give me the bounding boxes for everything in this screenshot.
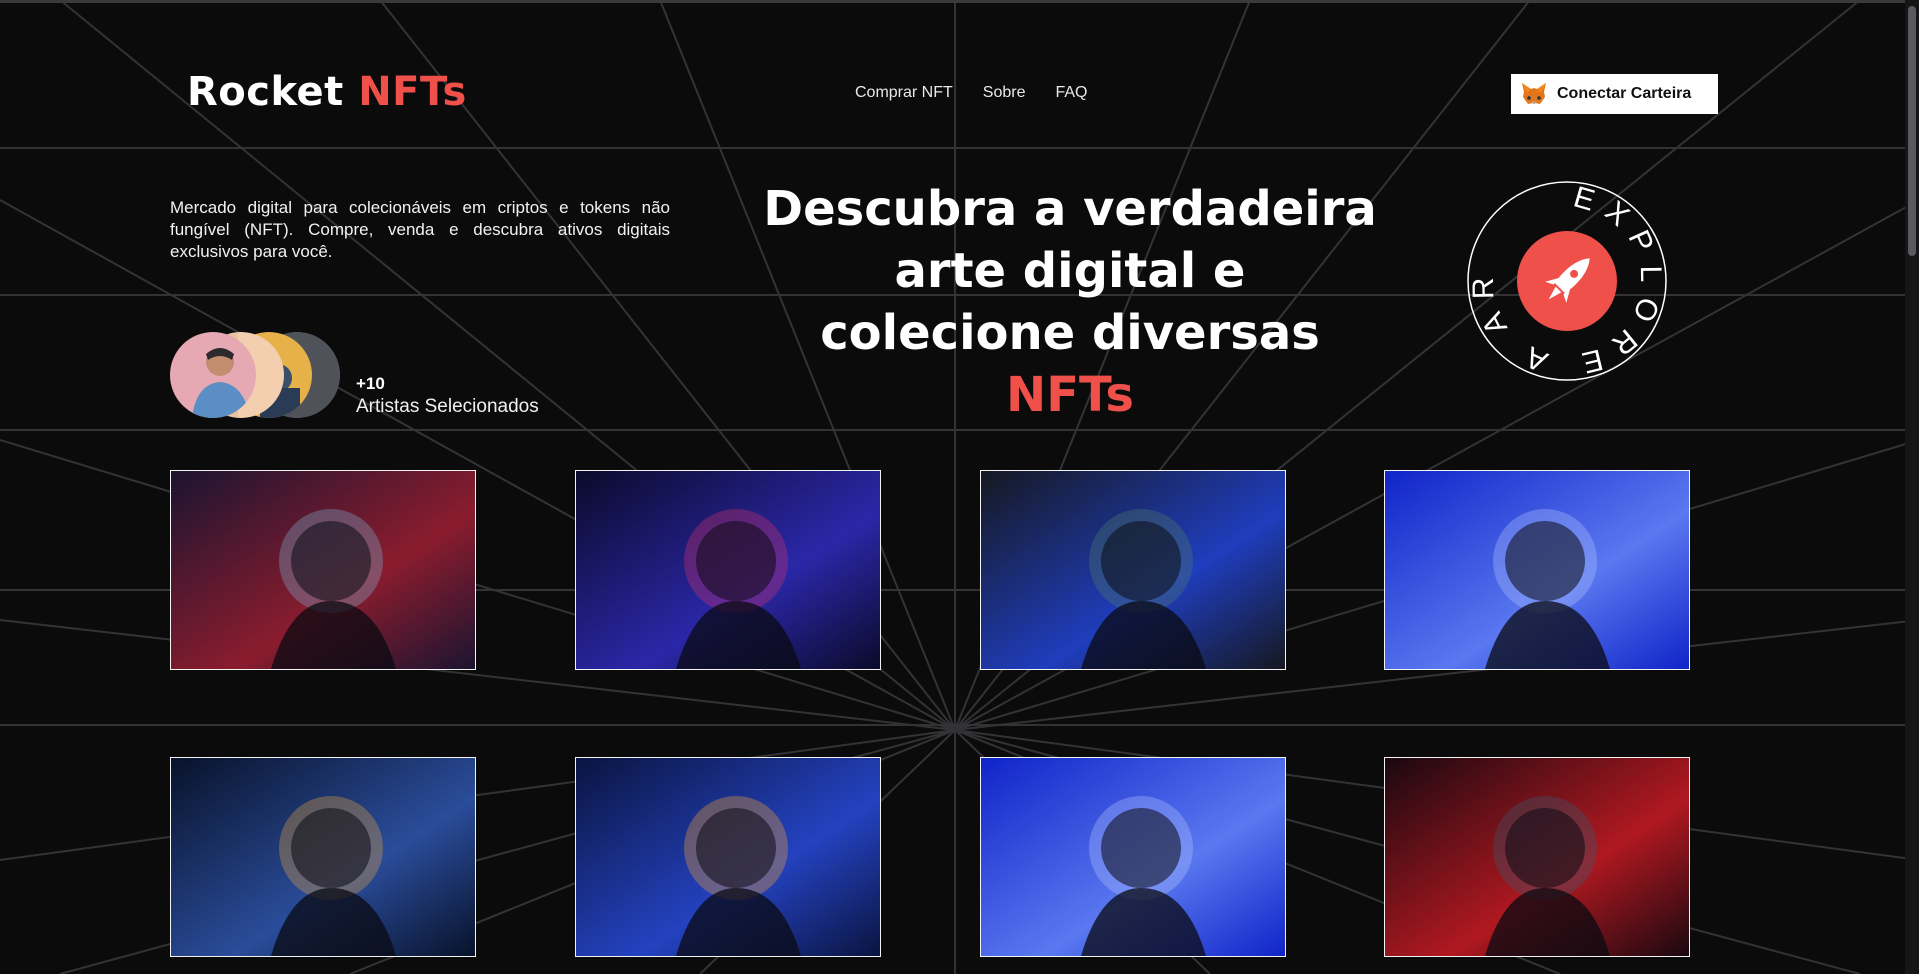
nft-card-3[interactable] [980, 470, 1286, 670]
nft-image [576, 758, 880, 956]
nft-image [1385, 758, 1689, 956]
nft-card-7[interactable] [980, 757, 1286, 957]
connect-wallet-button[interactable]: Conectar Carteira [1511, 74, 1718, 114]
nav-item-faq[interactable]: FAQ [1055, 84, 1087, 102]
hero-line-3: colecione diversas [820, 305, 1320, 361]
nft-card-8[interactable] [1384, 757, 1690, 957]
hero-line-2: arte digital e [894, 243, 1246, 299]
nft-image [1385, 471, 1689, 669]
nft-image [981, 758, 1285, 956]
connect-wallet-label: Conectar Carteira [1557, 85, 1692, 102]
scrollbar-thumb[interactable] [1908, 6, 1916, 256]
hero-line-1: Descubra a verdadeira [763, 181, 1377, 237]
nav-item-comprar-nft[interactable]: Comprar NFT [855, 84, 953, 102]
avatar [170, 332, 256, 418]
nft-card-2[interactable] [575, 470, 881, 670]
nft-card-4[interactable] [1384, 470, 1690, 670]
nft-card-5[interactable] [170, 757, 476, 957]
nft-image [171, 758, 475, 956]
hero-accent: NFTs [1006, 367, 1134, 423]
main-nav: Comprar NFT Sobre FAQ [855, 84, 1088, 102]
nft-image [576, 471, 880, 669]
metamask-fox-icon [1522, 83, 1546, 104]
nav-item-sobre[interactable]: Sobre [983, 84, 1026, 102]
nft-card-1[interactable] [170, 470, 476, 670]
hero-title: Descubra a verdadeira arte digital e col… [740, 178, 1400, 426]
nft-image [981, 471, 1285, 669]
brand-logo[interactable]: Rocket NFTs [187, 68, 467, 116]
nft-card-6[interactable] [575, 757, 881, 957]
artists-label: Artistas Selecionados [356, 396, 539, 417]
intro-text: Mercado digital para colecionáveis em cr… [170, 198, 670, 261]
brand-name: Rocket [187, 69, 359, 115]
explore-art-badge[interactable]: EXPLORE A ARTE [1466, 180, 1668, 382]
nft-image [171, 471, 475, 669]
artists-count: +10 [356, 374, 385, 393]
brand-accent: NFTs [358, 69, 467, 115]
artist-avatars [170, 332, 340, 418]
